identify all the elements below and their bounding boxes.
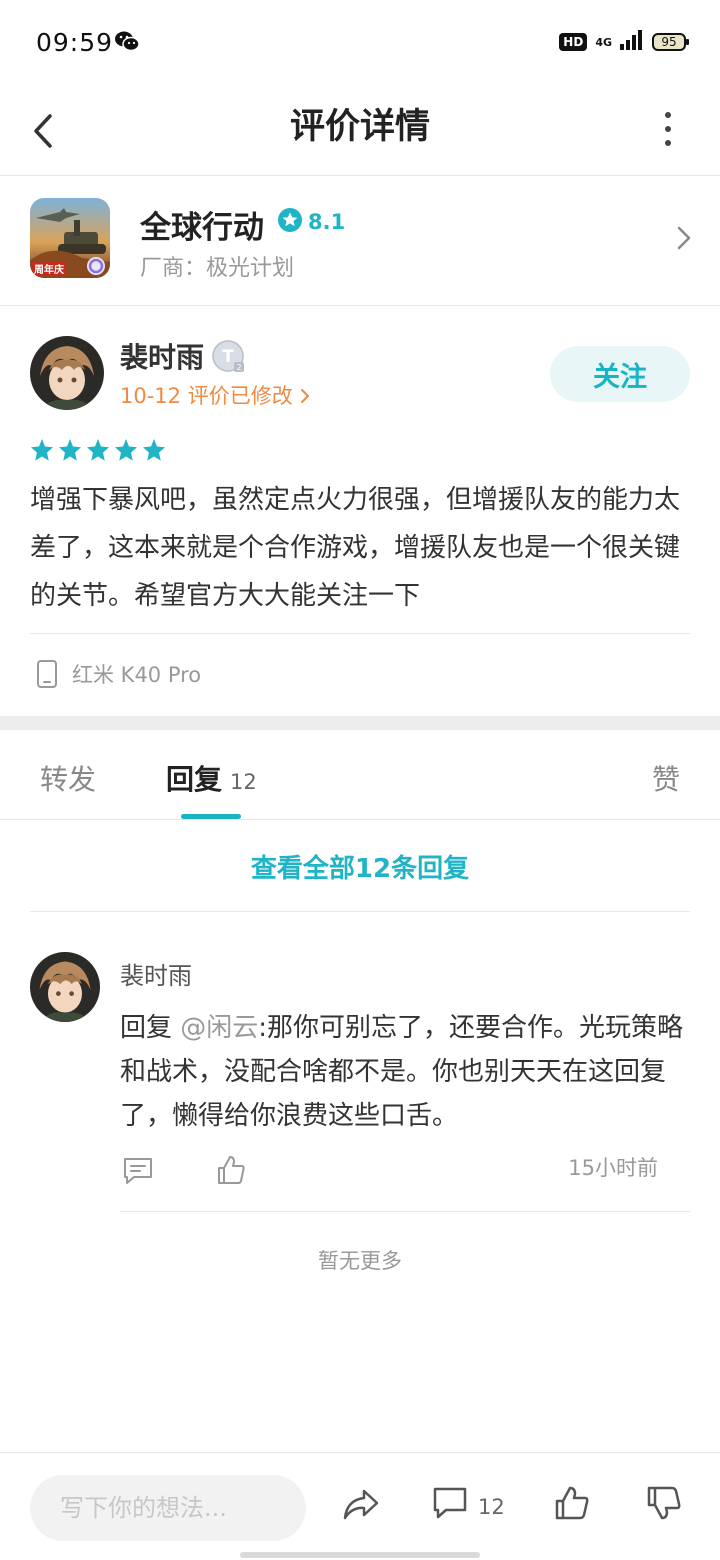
reply-item: 裴时雨 回复 @闲云:那你可别忘了，还要合作。光玩策略和战术，没配合啥都不是。你… (0, 912, 720, 1212)
review-meta-label: 10-12 评价已修改 (120, 384, 293, 408)
avatar[interactable] (30, 336, 104, 410)
chevron-right-icon (676, 224, 692, 256)
divider (120, 1211, 690, 1212)
level-badge-icon: T 2 (212, 340, 246, 378)
reply-text: 回复 @闲云:那你可别忘了，还要合作。光玩策略和战术，没配合啥都不是。你也别天天… (120, 1006, 690, 1138)
game-rating: 8.1 (278, 208, 345, 236)
tab-like[interactable]: 赞 (652, 758, 680, 798)
rating-star-icon (278, 208, 302, 236)
device-info: 红米 K40 Pro (36, 659, 201, 689)
section-divider (0, 716, 720, 730)
star-icon (143, 439, 165, 461)
signal-icon (620, 30, 644, 54)
svg-text:T: T (222, 347, 234, 367)
reply-timestamp: 15小时前 (568, 1156, 658, 1180)
home-indicator (240, 1552, 480, 1558)
review-meta[interactable]: 10-12 评价已修改 (120, 380, 311, 410)
nav-bar: 评价详情 (0, 88, 720, 176)
tab-reply-count: 12 (230, 770, 257, 794)
comment-input[interactable]: 写下你的想法... (30, 1475, 306, 1541)
status-time: 09:59 (36, 28, 114, 57)
tab-repost[interactable]: 转发 (40, 758, 96, 798)
chevron-right-icon (301, 389, 310, 403)
svg-text:周年庆: 周年庆 (34, 263, 64, 276)
thumbs-up-icon[interactable] (216, 1154, 246, 1186)
reply-prefix: 回复 (120, 1013, 173, 1043)
game-name: 全球行动 (140, 210, 264, 246)
tab-bar: 转发 回复 12 赞 (0, 730, 720, 820)
star-icon (31, 439, 53, 461)
reply-avatar[interactable] (30, 952, 100, 1022)
device-label: 红米 K40 Pro (72, 663, 202, 687)
status-bar: 09:59 HD 4G 95 (0, 0, 720, 88)
game-vendor: 厂商：极光计划 (140, 256, 295, 281)
comment-icon[interactable] (122, 1156, 154, 1186)
rating-stars (30, 438, 166, 462)
status-indicators: HD 4G 95 (559, 30, 689, 54)
game-icon: 周年庆 (30, 198, 110, 278)
no-more-label: 暂无更多 (318, 1249, 402, 1273)
follow-button[interactable]: 关注 (550, 346, 690, 402)
review-author-name[interactable]: 裴时雨 (120, 336, 204, 376)
tab-reply-label: 回复 (166, 763, 223, 796)
star-icon (115, 439, 137, 461)
phone-icon (37, 660, 57, 688)
svg-text:2: 2 (236, 363, 241, 372)
game-card[interactable]: 周年庆 全球行动 8.1 厂商：极光计划 (0, 176, 720, 306)
share-icon[interactable] (342, 1485, 380, 1523)
star-icon (59, 439, 81, 461)
review-text: 增强下暴风吧，虽然定点火力很强，但增援队友的能力太差了，这本来就是个合作游戏，增… (30, 485, 681, 611)
wechat-icon (114, 30, 140, 56)
reply-author-name[interactable]: 裴时雨 (120, 956, 192, 991)
hd-badge: HD (559, 33, 588, 51)
star-icon (87, 439, 109, 461)
divider (30, 633, 690, 634)
page-title: 评价详情 (289, 107, 430, 147)
battery-icon: 95 (652, 33, 689, 51)
thumbs-up-icon[interactable] (554, 1485, 590, 1521)
view-all-replies-link[interactable]: 查看全部12条回复 (0, 848, 720, 885)
rating-value: 8.1 (308, 210, 346, 234)
network-label: 4G (595, 35, 612, 49)
reply-mention[interactable]: @闲云 (180, 1013, 258, 1043)
reply-actions: 15小时前 (120, 1152, 690, 1192)
more-options-icon[interactable] (656, 104, 680, 154)
comment-icon[interactable] (432, 1485, 468, 1521)
comment-count: 12 (478, 1495, 505, 1519)
thumbs-down-icon[interactable] (646, 1485, 682, 1521)
tab-indicator (181, 814, 241, 819)
bottom-action-bar: 写下你的想法... 12 (0, 1452, 720, 1560)
tab-reply[interactable]: 回复 12 (166, 758, 257, 798)
review-card: 裴时雨 T 2 10-12 评价已修改 关注 增强下暴风吧，虽然定点火力很强，但… (0, 306, 720, 716)
